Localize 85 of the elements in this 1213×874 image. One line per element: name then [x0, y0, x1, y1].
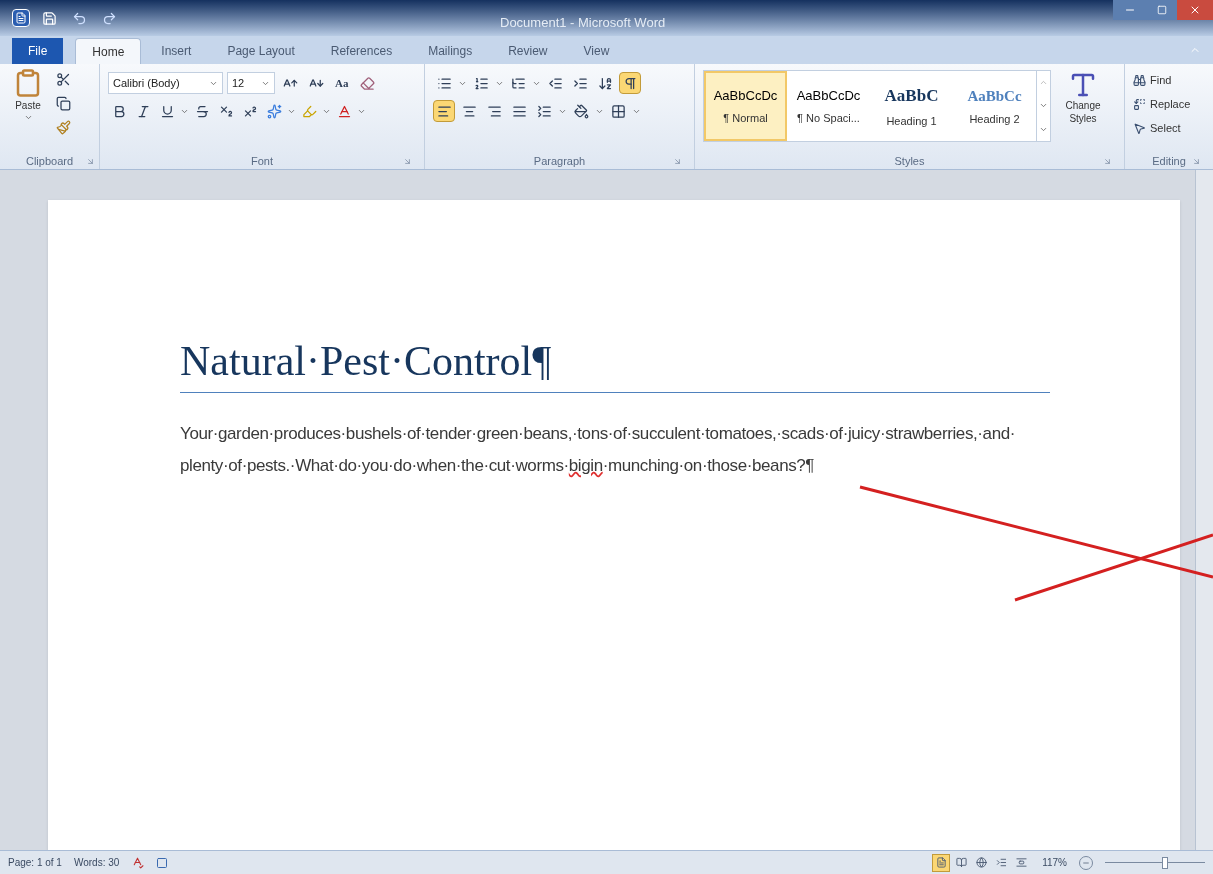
align-left-button[interactable]: [433, 100, 455, 122]
group-label: Font: [251, 153, 273, 169]
proofing-icon: [131, 856, 145, 869]
pilcrow-icon: [622, 75, 638, 91]
multilevel-list-icon: [510, 75, 526, 91]
paste-button[interactable]: Paste: [8, 68, 48, 138]
save-icon: [41, 10, 57, 26]
dialog-launcher-icon: [86, 156, 95, 166]
zoom-slider[interactable]: [1105, 855, 1205, 870]
vertical-scrollbar[interactable]: [1195, 170, 1213, 850]
ribbon-tab[interactable]: Home: [75, 38, 142, 64]
ribbon-tab[interactable]: Mailings: [412, 38, 489, 64]
line-spacing-icon: [536, 103, 552, 119]
find-button[interactable]: Find: [1133, 70, 1205, 90]
change-case-button[interactable]: Aa: [331, 72, 353, 94]
highlighter-icon: [301, 103, 317, 119]
dialog-launcher-icon: [1192, 156, 1201, 166]
word-count[interactable]: Words: 30: [73, 855, 120, 870]
ribbon-tab[interactable]: References: [314, 38, 409, 64]
ribbon-tab[interactable]: View: [567, 38, 626, 64]
superscript-icon: [242, 103, 258, 119]
undo-icon: [71, 10, 87, 26]
maximize-button[interactable]: [1147, 0, 1177, 20]
paint-bucket-icon: [573, 103, 589, 119]
dialog-launcher-icon: [403, 156, 412, 166]
replace-icon: [1133, 97, 1146, 111]
select-icon: [1133, 121, 1146, 135]
maximize-icon: [1157, 5, 1167, 15]
scissors-icon: [55, 71, 71, 87]
group-label: Clipboard: [25, 153, 74, 169]
italic-icon: [135, 103, 151, 119]
ribbon-tab[interactable]: Page Layout: [211, 38, 311, 64]
eraser-icon: [359, 75, 375, 91]
paintbrush-icon: [55, 119, 71, 135]
style-option[interactable]: AaBbCcDc ¶ Normal: [704, 71, 787, 141]
ribbon-tab[interactable]: Review: [492, 38, 564, 64]
select-button[interactable]: Select: [1133, 118, 1205, 138]
reading-view-icon: [955, 857, 967, 868]
window-title: Document1 - Microsoft Word: [500, 14, 666, 32]
align-center-icon: [461, 103, 477, 119]
document-title: Natural·Pest·Control¶: [180, 337, 552, 386]
group-label: Styles: [894, 153, 925, 169]
show-marks-button[interactable]: [619, 72, 641, 94]
zoom-slider-thumb[interactable]: [1162, 856, 1168, 869]
page-count[interactable]: Page: 1 of 1: [8, 855, 62, 870]
print-view-icon: [935, 857, 947, 868]
replace-button[interactable]: Replace: [1133, 94, 1205, 114]
style-option[interactable]: AaBbC Heading 1: [870, 71, 953, 141]
web-view-icon: [975, 857, 987, 868]
dialog-launcher-icon: [673, 156, 682, 166]
word-logo-icon: [12, 9, 30, 27]
align-right-icon: [486, 103, 502, 119]
font-size-field[interactable]: 12: [227, 72, 275, 94]
numbered-list-icon: [473, 75, 489, 91]
outline-view-icon: [995, 857, 1007, 868]
sparkles-icon: [266, 103, 282, 119]
style-option[interactable]: AaBbCcDc ¶ No Spaci...: [787, 71, 870, 141]
increase-indent-icon: [572, 75, 588, 91]
body-paragraph: Your·garden·produces·bushels·of·tender·green·beans,·tons·of·succulent·tomatoes,·scads·of·juicy·strawberries,·and·plenty·of·pests.·What·do·you·do·when·the·cut·worms·bigin·munching·on·those·beans?¶: [180, 422, 1016, 477]
underline-icon: [159, 103, 175, 119]
close-icon: [1189, 4, 1201, 16]
group-label: Editing: [1152, 153, 1186, 169]
font-color-icon: [336, 103, 352, 119]
borders-icon: [610, 103, 626, 119]
font-name-field[interactable]: Calibri (Body): [108, 72, 223, 94]
subscript-icon: [218, 103, 234, 119]
align-left-icon: [436, 103, 452, 119]
style-option[interactable]: AaBbCc Heading 2: [953, 71, 1036, 141]
zoom-level[interactable]: 117%: [1042, 855, 1067, 870]
file-tab[interactable]: File: [12, 38, 64, 64]
justify-icon: [511, 103, 527, 119]
ribbon-tab[interactable]: Insert: [145, 38, 208, 64]
decrease-indent-icon: [547, 75, 563, 91]
copy-icon: [55, 95, 71, 111]
sort-icon: [597, 75, 613, 91]
draft-view-icon: [1015, 857, 1027, 868]
change-styles-button[interactable]: Change Styles: [1055, 70, 1111, 125]
dialog-launcher-icon: [1103, 156, 1112, 166]
group-label: Paragraph: [533, 153, 586, 169]
bullet-list-icon: [436, 75, 452, 91]
caret-icon: [23, 113, 33, 122]
redo-icon: [101, 10, 117, 26]
find-icon: [1133, 73, 1146, 87]
print-view-button[interactable]: [932, 853, 951, 872]
strikethrough-icon: [194, 103, 210, 119]
